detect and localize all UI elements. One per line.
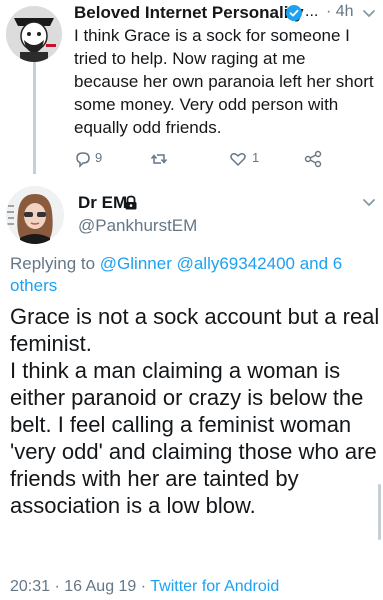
protected-lock-icon xyxy=(125,195,137,210)
like-count: 1 xyxy=(252,150,260,165)
thread-connector xyxy=(33,48,36,174)
replying-to-label: Replying to xyxy=(10,254,96,273)
share-icon[interactable] xyxy=(304,150,322,168)
name-truncation: ... xyxy=(305,3,319,20)
reply-count: 9 xyxy=(95,150,103,165)
tweet-metadata: 20:31 · 16 Aug 19 · Twitter for Android xyxy=(10,578,279,596)
tweet-text: I think Grace is a sock for someone I tr… xyxy=(74,26,374,137)
avatar[interactable] xyxy=(6,186,64,244)
replying-to: Replying to @Glinner @ally69342400 and 6… xyxy=(10,253,374,297)
like-heart-icon[interactable] xyxy=(229,150,247,168)
scrollbar[interactable] xyxy=(378,484,381,540)
author-handle[interactable]: @PankhurstEM xyxy=(78,216,197,236)
avatar[interactable] xyxy=(6,6,62,62)
reply-icon[interactable] xyxy=(74,150,92,168)
tweet-time[interactable]: · 4h xyxy=(326,3,354,21)
tweet-timestamp[interactable]: 20:31 · 16 Aug 19 · xyxy=(10,578,150,595)
retweet-icon[interactable] xyxy=(150,150,168,168)
author-display-name[interactable]: Beloved Internet Personality xyxy=(74,3,304,23)
chevron-down-icon[interactable] xyxy=(362,198,376,208)
tweet-text: Grace is not a sock account but a real f… xyxy=(10,304,380,518)
author-display-name[interactable]: Dr EM xyxy=(78,193,127,213)
chevron-down-icon[interactable] xyxy=(362,9,376,19)
tweet-source-link[interactable]: Twitter for Android xyxy=(150,578,279,595)
verified-badge-icon xyxy=(286,5,302,21)
